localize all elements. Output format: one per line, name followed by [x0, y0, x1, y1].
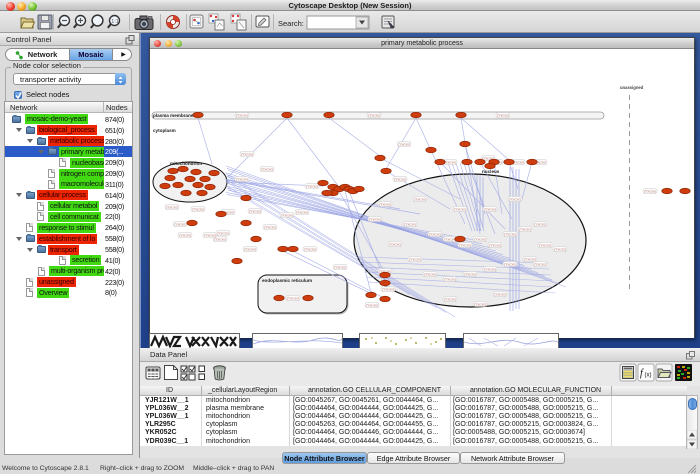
- svg-text:(Yxx:xx): (Yxx:xx): [404, 222, 416, 226]
- svg-text:(Yxx:xx): (Yxx:xx): [236, 177, 248, 181]
- svg-text:(Yxx:xx): (Yxx:xx): [534, 262, 546, 266]
- svg-text:(Yxx:xx): (Yxx:xx): [444, 277, 456, 281]
- svg-text:(Yxx:xx): (Yxx:xx): [414, 197, 426, 201]
- svg-text:(Yxx:xx): (Yxx:xx): [409, 257, 421, 261]
- svg-text:(Yxx:xx): (Yxx:xx): [484, 207, 496, 211]
- svg-text:(Yxx:xx): (Yxx:xx): [398, 142, 410, 146]
- svg-text:(Yxx:xx): (Yxx:xx): [204, 233, 216, 237]
- svg-text:(Yxx:xx): (Yxx:xx): [554, 247, 566, 251]
- svg-text:(Yxx:xx): (Yxx:xx): [429, 232, 441, 236]
- svg-text:(Yxx:xx): (Yxx:xx): [454, 207, 466, 211]
- svg-text:(Yxx:xx): (Yxx:xx): [217, 231, 229, 235]
- svg-text:(Yxx:xx): (Yxx:xx): [304, 247, 316, 251]
- svg-text:(Yxx:xx): (Yxx:xx): [241, 152, 253, 156]
- svg-text:(Yxx:xx): (Yxx:xx): [261, 167, 273, 171]
- svg-text:(Yxx:xx): (Yxx:xx): [368, 113, 380, 117]
- svg-text:(Yxx:xx): (Yxx:xx): [379, 202, 391, 206]
- svg-text:unassigned: unassigned: [620, 85, 644, 90]
- svg-text:(Yxx:xx): (Yxx:xx): [214, 237, 226, 241]
- svg-text:(Yxx:xx): (Yxx:xx): [509, 197, 521, 201]
- svg-text:(Yxx:xx): (Yxx:xx): [174, 222, 186, 226]
- svg-text:(Yxx:xx): (Yxx:xx): [474, 302, 486, 306]
- svg-text:(Yxx:xx): (Yxx:xx): [504, 262, 516, 266]
- svg-text:(Yxx:xx): (Yxx:xx): [281, 213, 293, 217]
- svg-text:(Yxx:xx): (Yxx:xx): [444, 160, 456, 164]
- svg-text:Search:: Search:: [278, 19, 304, 28]
- svg-text:nucleus: nucleus: [482, 169, 500, 174]
- svg-text:(Yxx:xx): (Yxx:xx): [296, 210, 308, 214]
- svg-text:(Yxx:xx): (Yxx:xx): [424, 272, 436, 276]
- svg-text:(Yxx:xx): (Yxx:xx): [539, 243, 551, 247]
- svg-text:1:1: 1:1: [111, 19, 119, 25]
- svg-text:(Yxx:xx): (Yxx:xx): [444, 297, 456, 301]
- svg-text:(Yxx:xx): (Yxx:xx): [459, 243, 471, 247]
- svg-text:(Yxx:xx): (Yxx:xx): [444, 237, 456, 241]
- svg-text:(Yxx:xx): (Yxx:xx): [179, 233, 191, 237]
- svg-text:(Yxx:xx): (Yxx:xx): [166, 205, 178, 209]
- svg-text:(Yxx:xx): (Yxx:xx): [334, 265, 346, 269]
- svg-text:(Yxx:xx): (Yxx:xx): [534, 222, 546, 226]
- svg-text:(Yxx:xx): (Yxx:xx): [484, 267, 496, 271]
- svg-text:(Yxx:xx): (Yxx:xx): [236, 113, 248, 117]
- svg-text:(Yxx:xx): (Yxx:xx): [249, 209, 261, 213]
- svg-text:(Yxx:xx): (Yxx:xx): [366, 303, 378, 307]
- svg-text:(Yxx:xx): (Yxx:xx): [494, 292, 506, 296]
- svg-text:(Yxx:xx): (Yxx:xx): [382, 287, 394, 291]
- svg-text:(x): (x): [645, 373, 652, 379]
- svg-text:(Yxx:xx): (Yxx:xx): [464, 272, 476, 276]
- svg-text:(Yxx:xx): (Yxx:xx): [287, 296, 299, 300]
- svg-text:endoplasmic reticulum: endoplasmic reticulum: [262, 278, 312, 283]
- svg-text:(Yxx:xx): (Yxx:xx): [244, 247, 256, 251]
- svg-text:(Yxx:xx): (Yxx:xx): [524, 257, 536, 261]
- svg-text:(Yxx:xx): (Yxx:xx): [489, 243, 501, 247]
- svg-text:(Yxx:xx): (Yxx:xx): [192, 207, 204, 211]
- svg-text:(Yxx:xx): (Yxx:xx): [497, 113, 509, 117]
- svg-text:(Yxx:xx): (Yxx:xx): [369, 217, 381, 221]
- svg-text:(Yxx:xx): (Yxx:xx): [306, 184, 318, 188]
- svg-text:(Yxx:xx): (Yxx:xx): [644, 189, 656, 193]
- svg-text:plasma membrane: plasma membrane: [153, 113, 194, 118]
- svg-text:(Yxx:xx): (Yxx:xx): [264, 225, 276, 229]
- svg-text:(Yxx:xx): (Yxx:xx): [474, 237, 486, 241]
- svg-text:(Yxx:xx): (Yxx:xx): [389, 242, 401, 246]
- svg-text:(Yxx:xx): (Yxx:xx): [504, 232, 516, 236]
- svg-text:(Yxx:xx): (Yxx:xx): [394, 177, 406, 181]
- svg-text:(Yxx:xx): (Yxx:xx): [519, 227, 531, 231]
- svg-text:mitochondrion: mitochondrion: [170, 161, 202, 166]
- svg-text:cytoplasm: cytoplasm: [153, 128, 176, 133]
